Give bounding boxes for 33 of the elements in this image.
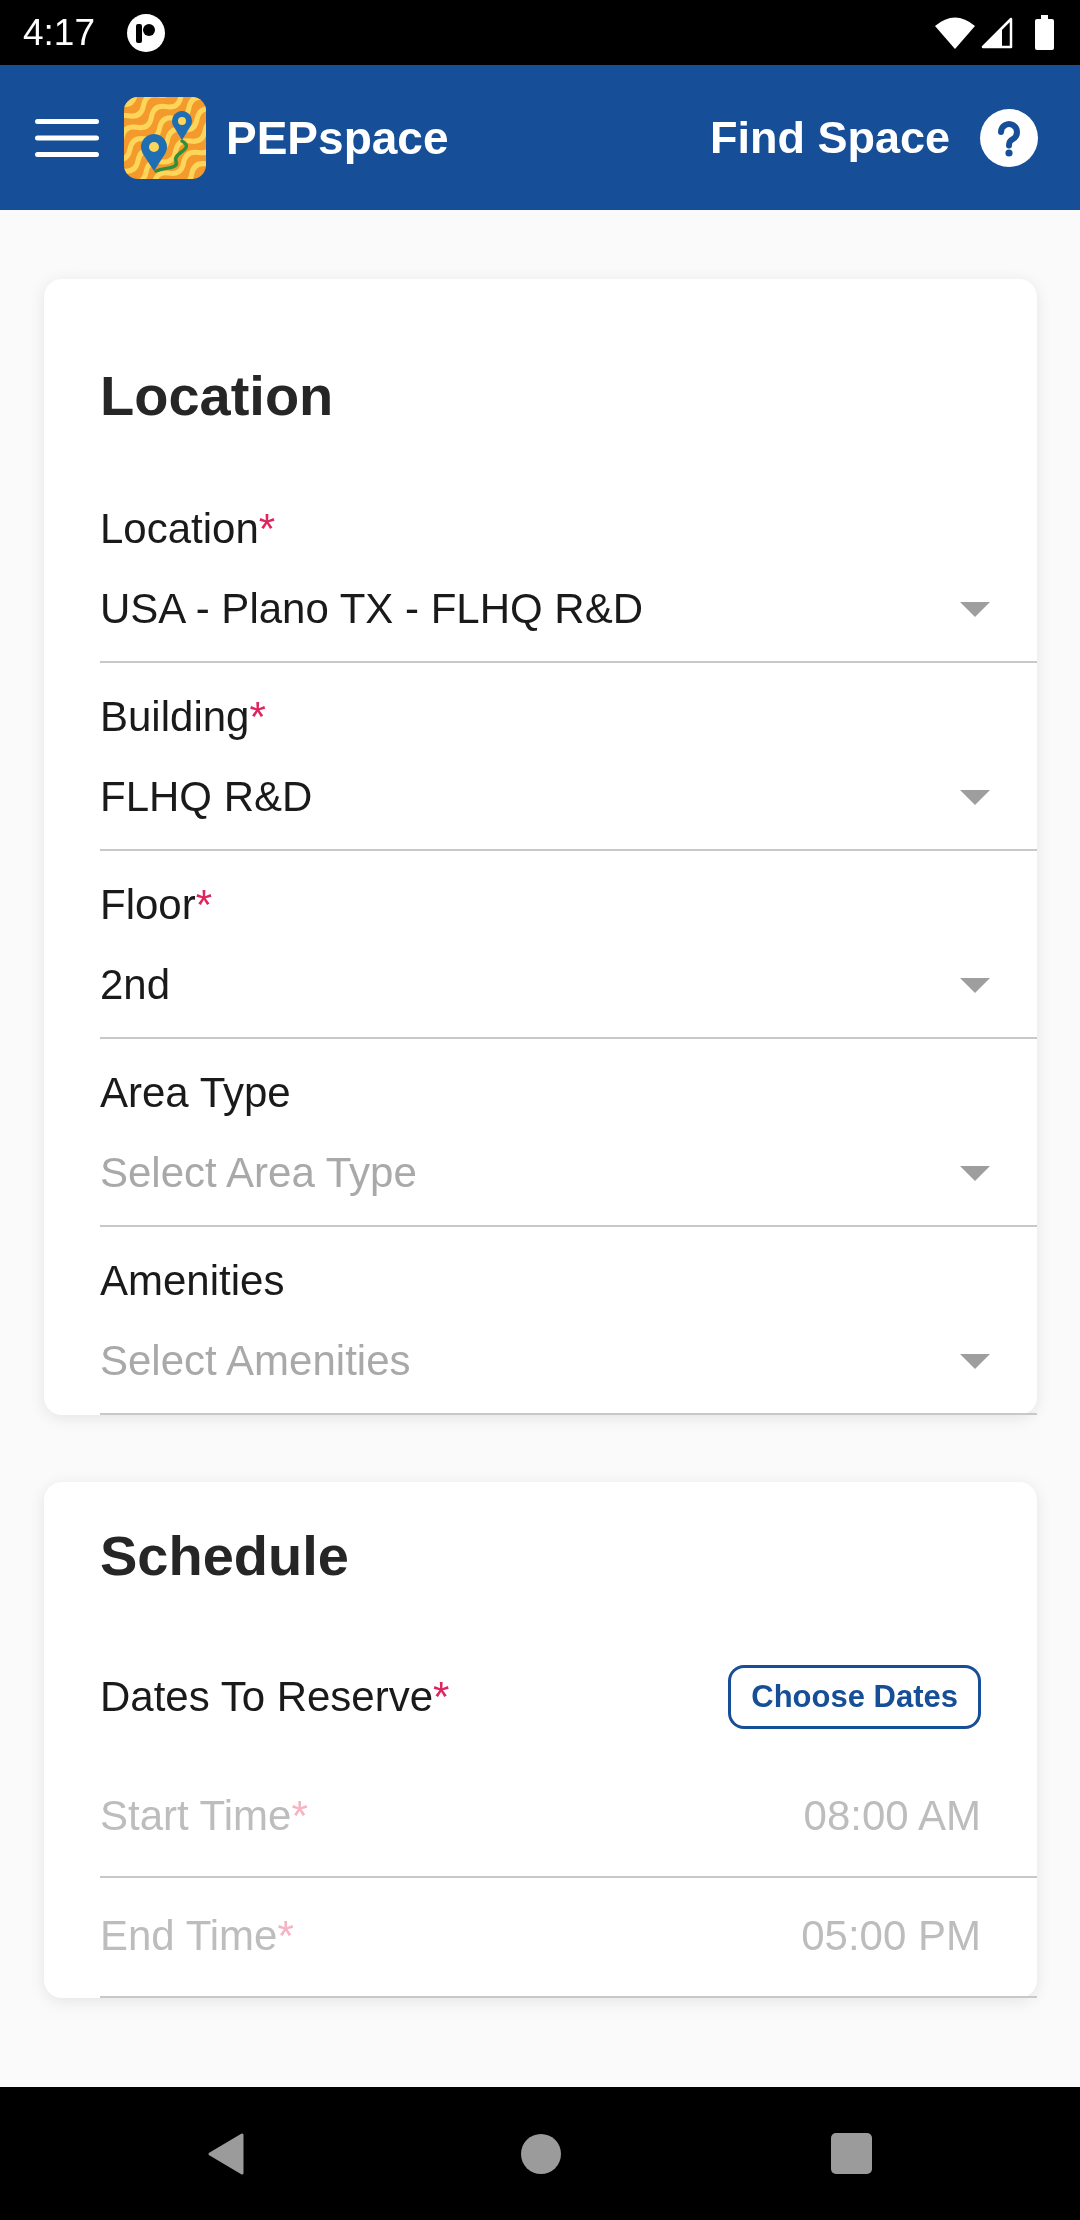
field-label: Start Time* — [100, 1791, 308, 1841]
field-label: Dates To Reserve* — [100, 1672, 450, 1722]
help-icon[interactable] — [980, 108, 1038, 167]
dropdown-caret-icon — [960, 789, 990, 805]
field-label: Floor* — [100, 880, 213, 930]
dropdown-caret-icon — [960, 601, 990, 617]
wifi-icon — [935, 16, 975, 49]
time-value: 05:00 PM — [801, 1911, 981, 1961]
field-label: Area Type — [100, 1068, 291, 1118]
dropdown-caret-icon — [960, 1165, 990, 1181]
app-name: PEPspace — [226, 110, 449, 166]
time-value: 08:00 AM — [803, 1791, 981, 1841]
dropdown-field[interactable]: FLHQ R&D — [100, 745, 1037, 851]
battery-icon — [1035, 15, 1054, 50]
app-logo-icon — [124, 96, 206, 179]
page-title: Find Space — [709, 110, 950, 165]
section-heading: Schedule — [100, 1523, 349, 1589]
field-label: Location* — [100, 504, 276, 554]
back-icon[interactable] — [207, 2131, 245, 2176]
field-label: Amenities — [100, 1256, 285, 1306]
dropdown-field[interactable]: USA - Plano TX - FLHQ R&D — [100, 557, 1037, 663]
dropdown-field[interactable]: 2nd — [100, 933, 1037, 1039]
status-time: 4:17 — [23, 11, 95, 54]
field-label: Building* — [100, 692, 266, 742]
home-icon[interactable] — [521, 2133, 561, 2174]
signal-icon — [981, 16, 1013, 49]
notification-icon — [127, 13, 165, 52]
menu-icon[interactable] — [35, 118, 99, 157]
section-heading: Location — [100, 363, 334, 429]
choose-dates-button[interactable]: Choose Dates — [728, 1665, 981, 1729]
dropdown-caret-icon — [960, 1353, 990, 1369]
field-label: End Time* — [100, 1911, 294, 1961]
dropdown-caret-icon — [960, 977, 990, 993]
